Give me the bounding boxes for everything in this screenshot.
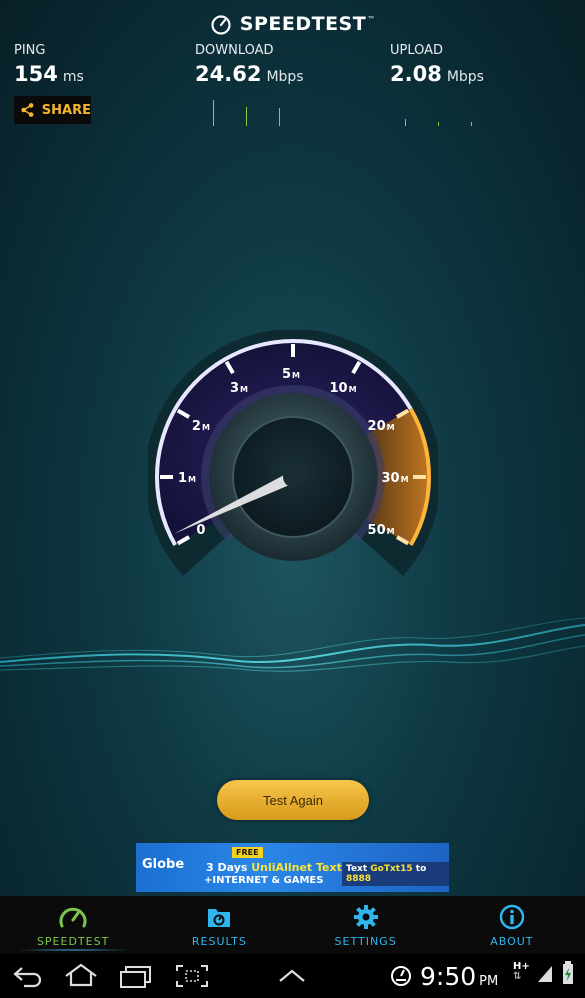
home-icon[interactable] xyxy=(62,962,100,988)
tab-speedtest[interactable]: SPEEDTEST xyxy=(0,896,146,954)
battery-icon xyxy=(563,961,573,984)
tab-results-label: RESULTS xyxy=(191,935,247,948)
ad-sms-number: 8888 xyxy=(346,874,372,884)
speed-gauge: 01M2M3M5M10M20M30M50M xyxy=(148,330,438,577)
test-again-button[interactable]: Test Again xyxy=(217,780,369,820)
trademark: ™ xyxy=(367,14,376,24)
speedtest-notification-icon xyxy=(391,966,411,986)
speedometer-logo-icon xyxy=(211,15,231,35)
clock-ampm: PM xyxy=(479,974,499,989)
gauge-tick-label: 0 xyxy=(196,523,205,538)
share-button[interactable]: SHARE xyxy=(14,96,91,124)
ping-unit: ms xyxy=(62,69,84,85)
upload-sparkline xyxy=(390,96,478,126)
upload-value: 2.08 xyxy=(390,62,442,86)
chevron-up-icon[interactable] xyxy=(277,968,307,984)
results-icon xyxy=(208,909,231,927)
ad-sms-instructions: Text GoTxt15 to 8888 xyxy=(342,862,449,886)
gauge-tick-unit: M xyxy=(240,385,248,394)
ad-brand: Globe xyxy=(142,857,185,872)
data-arrows-icon: ⇅ xyxy=(513,971,522,982)
tab-speedtest-label: SPEEDTEST xyxy=(36,935,110,948)
ping-label: PING xyxy=(14,43,46,58)
ad-banner[interactable]: Globe FREE 3 Days UnliAllnet Texts +INTE… xyxy=(136,843,449,892)
gauge-needle-cap xyxy=(283,467,303,487)
ad-headline: 3 Days UnliAllnet Texts xyxy=(206,861,348,874)
ad-sms-prefix: Text xyxy=(346,864,371,874)
share-icon xyxy=(21,103,34,117)
gauge-icon xyxy=(59,907,87,928)
clock: 9:50 PM xyxy=(420,962,498,991)
signal-icon xyxy=(538,966,552,982)
info-icon xyxy=(499,904,525,930)
app-header: SPEEDTEST ™ xyxy=(0,10,585,38)
ping-metric: PING 154 ms xyxy=(14,43,84,86)
bottom-nav: SPEEDTEST RESULTS SETTINGS ABOUT xyxy=(0,896,585,954)
back-icon[interactable] xyxy=(12,964,44,988)
ad-subline: +INTERNET & GAMES xyxy=(204,875,324,886)
gauge-tick-unit: M xyxy=(387,527,395,536)
gauge-tick-unit: M xyxy=(387,423,395,432)
download-metric: DOWNLOAD 24.62 Mbps xyxy=(195,43,304,86)
ping-value: 154 xyxy=(14,62,58,86)
ad-headline-highlight: UnliAllnet Texts xyxy=(251,861,349,874)
screenshot-icon[interactable] xyxy=(175,964,209,988)
download-value: 24.62 xyxy=(195,62,262,86)
clock-time: 9:50 xyxy=(420,962,477,991)
app-title: SPEEDTEST xyxy=(239,13,367,35)
ad-sms-code: GoTxt15 xyxy=(370,864,413,874)
download-unit: Mbps xyxy=(266,69,304,85)
download-sparkline xyxy=(198,96,286,126)
recent-apps-icon[interactable] xyxy=(118,964,154,988)
ad-headline-prefix: 3 Days xyxy=(206,861,252,874)
system-bar: 9:50 PM H+ ⇅ xyxy=(0,954,585,998)
upload-label: UPLOAD xyxy=(390,43,444,58)
tab-about[interactable]: ABOUT xyxy=(439,896,585,954)
gauge-tick-unit: M xyxy=(202,423,210,432)
ad-sms-mid: to xyxy=(412,864,427,874)
gauge-tick-unit: M xyxy=(401,475,409,484)
gear-icon xyxy=(353,905,378,929)
tab-results[interactable]: RESULTS xyxy=(146,896,292,954)
ad-free-badge: FREE xyxy=(232,847,263,858)
tab-about-label: ABOUT xyxy=(490,935,534,948)
gauge-tick-unit: M xyxy=(349,385,357,394)
upload-unit: Mbps xyxy=(446,69,484,85)
wave-decoration xyxy=(0,617,585,672)
download-label: DOWNLOAD xyxy=(195,43,274,58)
upload-metric: UPLOAD 2.08 Mbps xyxy=(390,43,484,86)
network-type: H+ ⇅ xyxy=(513,962,530,982)
tab-settings-label: SETTINGS xyxy=(334,935,397,948)
gauge-tick-unit: M xyxy=(188,475,196,484)
gauge-tick-unit: M xyxy=(292,371,300,380)
tab-settings[interactable]: SETTINGS xyxy=(293,896,439,954)
share-label: SHARE xyxy=(41,102,91,118)
